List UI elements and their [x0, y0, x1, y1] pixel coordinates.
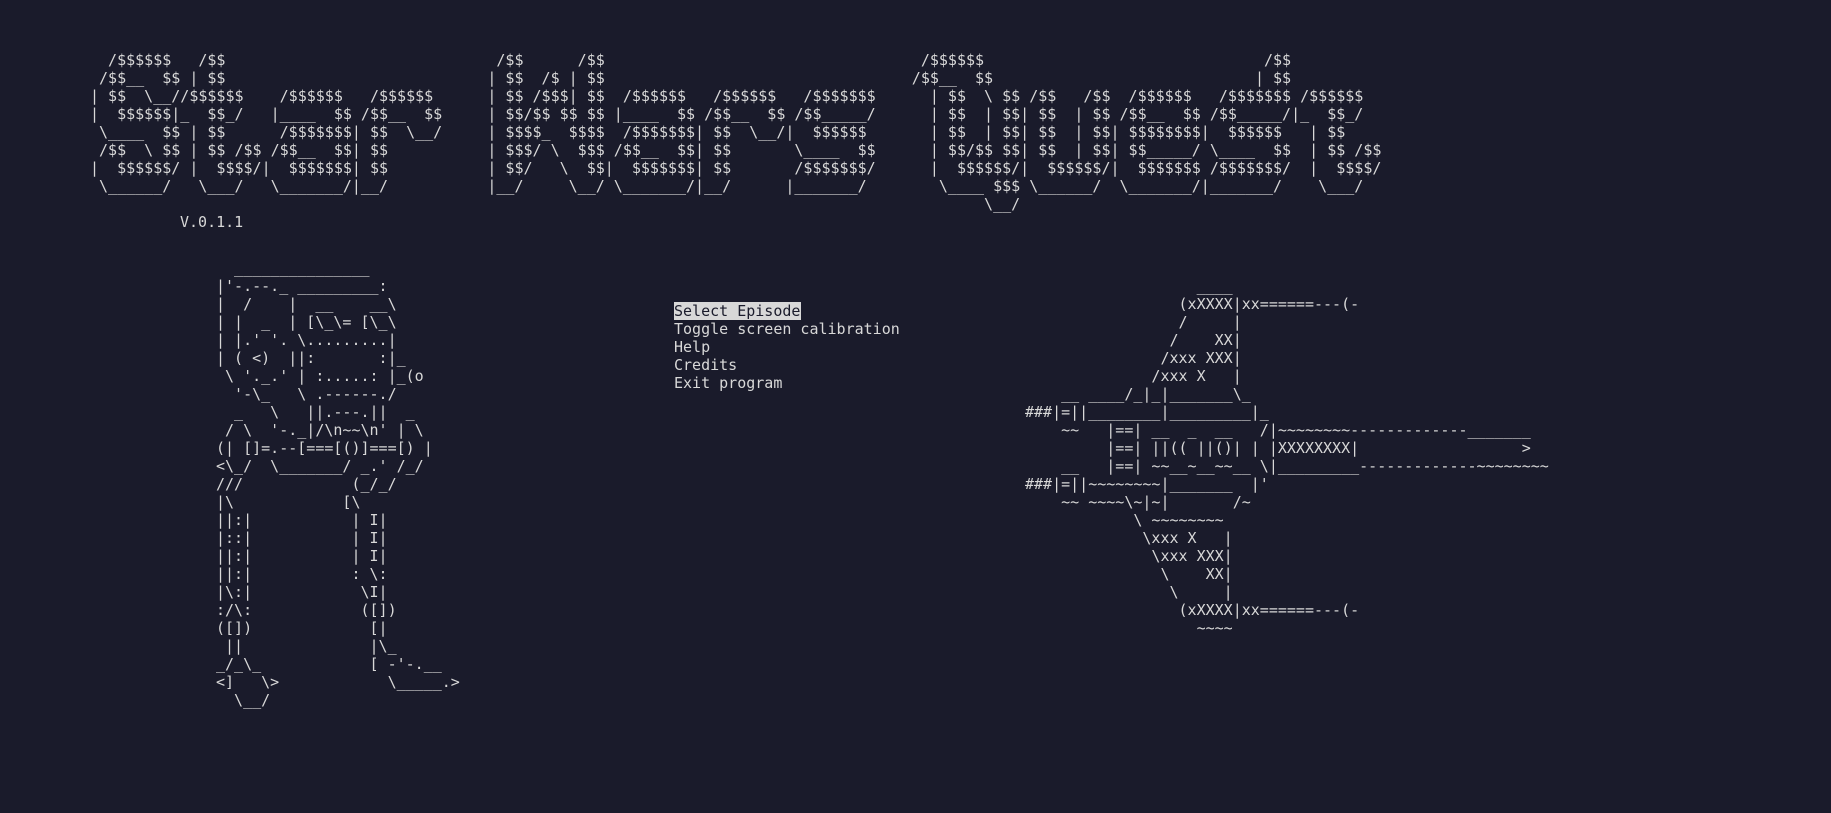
menu-item-credits[interactable]: Credits [674, 356, 901, 374]
menu-item-label: Credits [674, 356, 738, 374]
menu-item-label: Select Episode [674, 302, 802, 320]
menu-item-select-episode[interactable]: Select Episode [674, 302, 901, 320]
menu-item-exit-program[interactable]: Exit program [674, 374, 901, 392]
menu-item-help[interactable]: Help [674, 338, 901, 356]
menu-item-label: Toggle screen calibration [674, 320, 900, 338]
menu-item-label: Exit program [674, 374, 783, 392]
main-menu: Select Episode Toggle screen calibration… [674, 302, 901, 392]
version-label: V.0.1.1 [180, 213, 244, 231]
robot-ascii-art: _______________ |'-.--._ _________: | / … [216, 259, 460, 709]
menu-item-label: Help [674, 338, 711, 356]
menu-item-toggle-screen-calibration[interactable]: Toggle screen calibration [674, 320, 901, 338]
starship-ascii-art: ____ (xXXXX|xx======---(- / | / XX| /xxx… [1025, 277, 1549, 637]
title-banner-ascii-art: /$$$$$$ /$$ /$$ /$$ /$$$$$$ /$$ /$$__ $$… [90, 51, 1382, 213]
